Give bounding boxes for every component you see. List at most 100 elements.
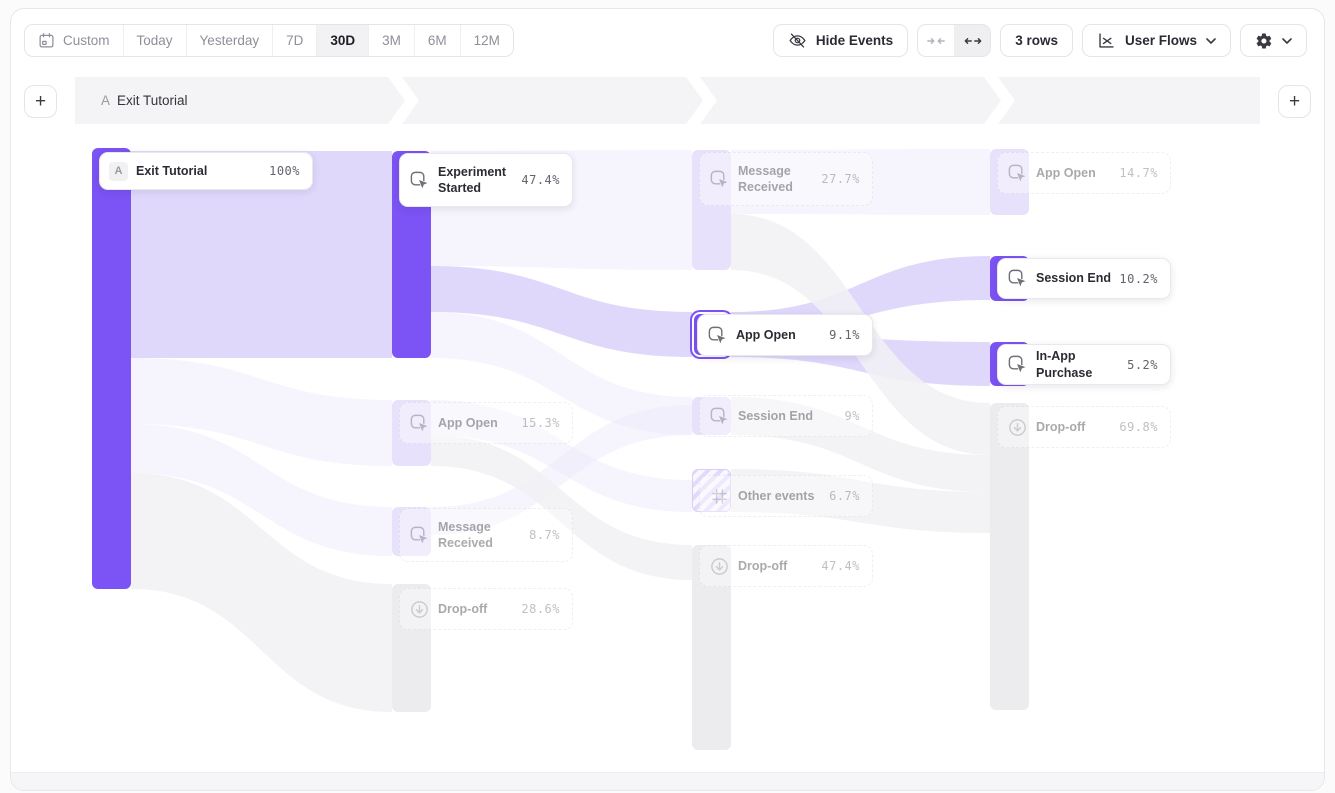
node-label: In-App Purchase bbox=[1036, 348, 1119, 381]
flow-step-segment-3[interactable] bbox=[700, 77, 1001, 124]
arrows-inward-icon bbox=[927, 35, 945, 47]
node-label: Drop-off bbox=[438, 601, 513, 617]
event-click-icon bbox=[709, 406, 730, 427]
add-step-right-button[interactable]: + bbox=[1278, 85, 1311, 118]
node-label: Other events bbox=[738, 488, 821, 504]
date-range-7d[interactable]: 7D bbox=[272, 25, 316, 56]
event-click-icon bbox=[409, 413, 430, 434]
date-range-today[interactable]: Today bbox=[123, 25, 186, 56]
node-card-in-app-purchase-col4[interactable]: In-App Purchase 5.2% bbox=[997, 344, 1171, 385]
drop-off-icon bbox=[409, 599, 430, 620]
node-value: 69.8% bbox=[1119, 420, 1158, 434]
date-range-label: 6M bbox=[428, 33, 447, 48]
flow-step-label: A Exit Tutorial bbox=[75, 77, 405, 124]
node-label: Session End bbox=[738, 408, 837, 424]
hide-events-button[interactable]: Hide Events bbox=[773, 24, 908, 57]
grid-icon bbox=[709, 486, 730, 507]
gear-icon bbox=[1255, 32, 1273, 50]
node-card-other-events-col3[interactable]: Other events 6.7% bbox=[699, 475, 873, 517]
event-click-icon bbox=[1007, 354, 1028, 375]
horizontal-scrollbar[interactable] bbox=[11, 772, 1324, 790]
view-selector-button[interactable]: User Flows bbox=[1082, 24, 1231, 57]
settings-button[interactable] bbox=[1240, 24, 1307, 57]
node-card-message-received-col3[interactable]: Message Received 27.7% bbox=[699, 152, 873, 206]
node-value: 6.7% bbox=[829, 489, 860, 503]
node-label: Message Received bbox=[438, 519, 521, 552]
node-label: App Open bbox=[438, 415, 513, 431]
rows-button[interactable]: 3 rows bbox=[1000, 24, 1073, 57]
hide-events-label: Hide Events bbox=[816, 33, 893, 48]
date-range-custom[interactable]: Custom bbox=[25, 25, 123, 56]
flow-step-segment-2[interactable] bbox=[402, 77, 703, 124]
date-range-30d[interactable]: 30D bbox=[316, 25, 368, 56]
step-letter-badge: A bbox=[109, 162, 128, 181]
node-value: 100% bbox=[269, 164, 300, 178]
plus-icon: + bbox=[35, 92, 46, 111]
date-range-label: Today bbox=[137, 33, 173, 48]
date-range-label: 12M bbox=[474, 33, 500, 48]
plus-icon: + bbox=[1289, 92, 1300, 111]
node-label: App Open bbox=[1036, 165, 1111, 181]
view-selector-label: User Flows bbox=[1125, 33, 1197, 48]
date-range-yesterday[interactable]: Yesterday bbox=[186, 25, 273, 56]
event-click-icon bbox=[1007, 268, 1028, 289]
node-label: Exit Tutorial bbox=[136, 163, 261, 179]
node-card-drop-off-col3[interactable]: Drop-off47.4% bbox=[699, 545, 873, 587]
node-value: 9% bbox=[845, 409, 860, 423]
date-range-label: Yesterday bbox=[200, 33, 260, 48]
date-range-label: 7D bbox=[286, 33, 303, 48]
event-click-icon bbox=[709, 169, 730, 190]
column-width-toggle bbox=[917, 24, 991, 57]
date-range-12m[interactable]: 12M bbox=[460, 25, 513, 56]
node-value: 5.2% bbox=[1127, 358, 1158, 372]
node-card-app-open-col2[interactable]: App Open15.3% bbox=[399, 402, 573, 444]
node-value: 47.4% bbox=[521, 173, 560, 187]
flow-step-segment-1[interactable]: A Exit Tutorial bbox=[75, 77, 405, 124]
drop-off-icon bbox=[709, 556, 730, 577]
collapse-columns-button[interactable] bbox=[918, 25, 954, 56]
node-label: Drop-off bbox=[738, 558, 813, 574]
node-card-exit-tutorial-col1[interactable]: A Exit Tutorial 100% bbox=[99, 152, 313, 190]
node-card-app-open-col3[interactable]: App Open9.1% bbox=[697, 314, 873, 356]
view-toolbar: Hide Events 3 rows User bbox=[773, 24, 1307, 57]
arrows-outward-icon bbox=[964, 35, 982, 47]
node-value: 10.2% bbox=[1119, 272, 1158, 286]
date-range-label: Custom bbox=[63, 33, 110, 48]
chevron-down-icon bbox=[1206, 38, 1216, 44]
node-label: Drop-off bbox=[1036, 419, 1111, 435]
node-label: Session End bbox=[1036, 270, 1111, 286]
node-value: 27.7% bbox=[821, 172, 860, 186]
node-label: App Open bbox=[736, 327, 821, 343]
date-range-label: 30D bbox=[330, 33, 355, 48]
node-card-drop-off-col2[interactable]: Drop-off 28.6% bbox=[399, 588, 573, 630]
drop-off-icon bbox=[1007, 417, 1028, 438]
node-card-drop-off-col4[interactable]: Drop-off 69.8% bbox=[997, 406, 1171, 448]
node-card-app-open-col4[interactable]: App Open 14.7% bbox=[997, 152, 1171, 194]
node-value: 14.7% bbox=[1119, 166, 1158, 180]
node-card-experiment-started-col2[interactable]: Experiment Started 47.4% bbox=[399, 153, 573, 207]
flow-chart-icon bbox=[1097, 31, 1116, 50]
event-click-icon bbox=[1007, 163, 1028, 184]
node-bar-exit-tutorial-col1[interactable] bbox=[92, 148, 131, 589]
add-step-left-button[interactable]: + bbox=[24, 85, 57, 118]
event-click-icon bbox=[409, 525, 430, 546]
date-range-3m[interactable]: 3M bbox=[368, 25, 414, 56]
step-title: Exit Tutorial bbox=[117, 93, 188, 108]
node-card-message-received-col2[interactable]: Message Received 8.7% bbox=[399, 508, 573, 562]
calendar-icon bbox=[38, 32, 55, 49]
step-prefix: A bbox=[101, 93, 110, 108]
expand-columns-button[interactable] bbox=[954, 25, 990, 56]
node-value: 8.7% bbox=[529, 528, 560, 542]
event-click-icon bbox=[409, 170, 430, 191]
node-value: 28.6% bbox=[521, 602, 560, 616]
node-bar-drop-off-col4[interactable] bbox=[990, 403, 1029, 710]
node-label: Experiment Started bbox=[438, 164, 513, 197]
node-label: Message Received bbox=[738, 163, 813, 196]
date-range-6m[interactable]: 6M bbox=[414, 25, 460, 56]
date-range-group: Custom Today Yesterday 7D 30D 3M 6M 12M bbox=[24, 24, 514, 57]
node-card-session-end-col4[interactable]: Session End 10.2% bbox=[997, 258, 1171, 299]
flow-step-segment-4[interactable] bbox=[998, 77, 1260, 124]
rows-label: 3 rows bbox=[1015, 33, 1058, 48]
node-card-session-end-col3[interactable]: Session End 9% bbox=[699, 395, 873, 437]
date-range-label: 3M bbox=[382, 33, 401, 48]
